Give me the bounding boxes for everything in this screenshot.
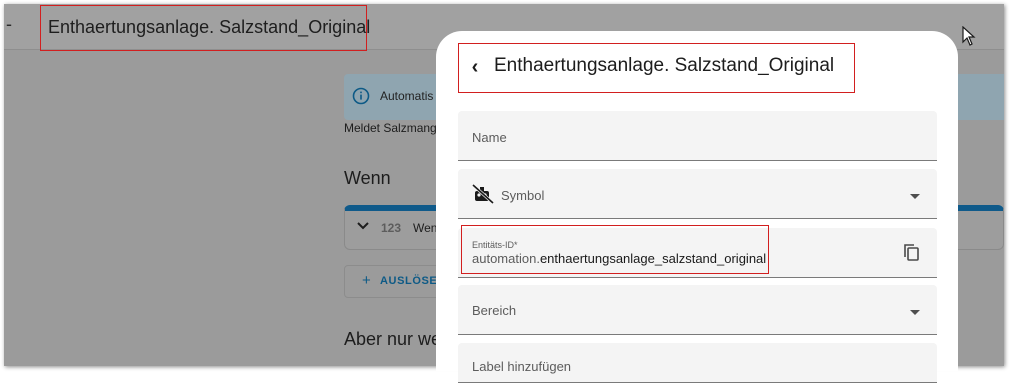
chevron-down-icon[interactable]: [357, 222, 369, 230]
copy-icon[interactable]: [903, 243, 921, 263]
dialog-title: Enthaertungsanlage. Salzstand_Original: [494, 55, 835, 76]
symbol-dropdown-icon[interactable]: [910, 194, 920, 199]
automation-description: Meldet Salzmang: [344, 121, 437, 135]
name-field[interactable]: [458, 111, 937, 161]
entity-id-domain: automation.: [472, 251, 540, 266]
add-trigger-label: AUSLÖSE: [380, 275, 438, 287]
mouse-cursor-icon: [962, 26, 976, 46]
robot-off-icon: [472, 184, 494, 204]
page-title: Enthaertungsanlage. Salzstand_Original: [40, 5, 370, 51]
name-field-placeholder: Name: [472, 130, 507, 145]
entity-id-value[interactable]: automation.enthaertungsanlage_salzstand_…: [472, 251, 766, 266]
dialog-back-button[interactable]: ‹: [464, 55, 486, 79]
entity-id-label: Entitäts-ID*: [472, 240, 518, 250]
trigger-label: Wen: [413, 221, 438, 235]
numeric-state-icon: 123: [381, 221, 402, 235]
symbol-field-placeholder: Symbol: [501, 188, 545, 203]
area-dropdown-icon[interactable]: [910, 310, 920, 315]
plus-icon: +: [362, 272, 371, 289]
conditions-heading: Aber nur we: [344, 329, 442, 349]
area-field-placeholder: Bereich: [472, 303, 517, 318]
entity-id-object: enthaertungsanlage_salzstand_original: [539, 251, 767, 266]
info-icon: [352, 87, 370, 105]
area-field[interactable]: [458, 285, 937, 335]
triggers-heading: Wenn: [344, 168, 391, 188]
back-button[interactable]: -: [6, 14, 12, 35]
labels-field-placeholder: Label hinzufügen: [472, 359, 572, 374]
info-alert-text: Automatis: [380, 89, 434, 103]
